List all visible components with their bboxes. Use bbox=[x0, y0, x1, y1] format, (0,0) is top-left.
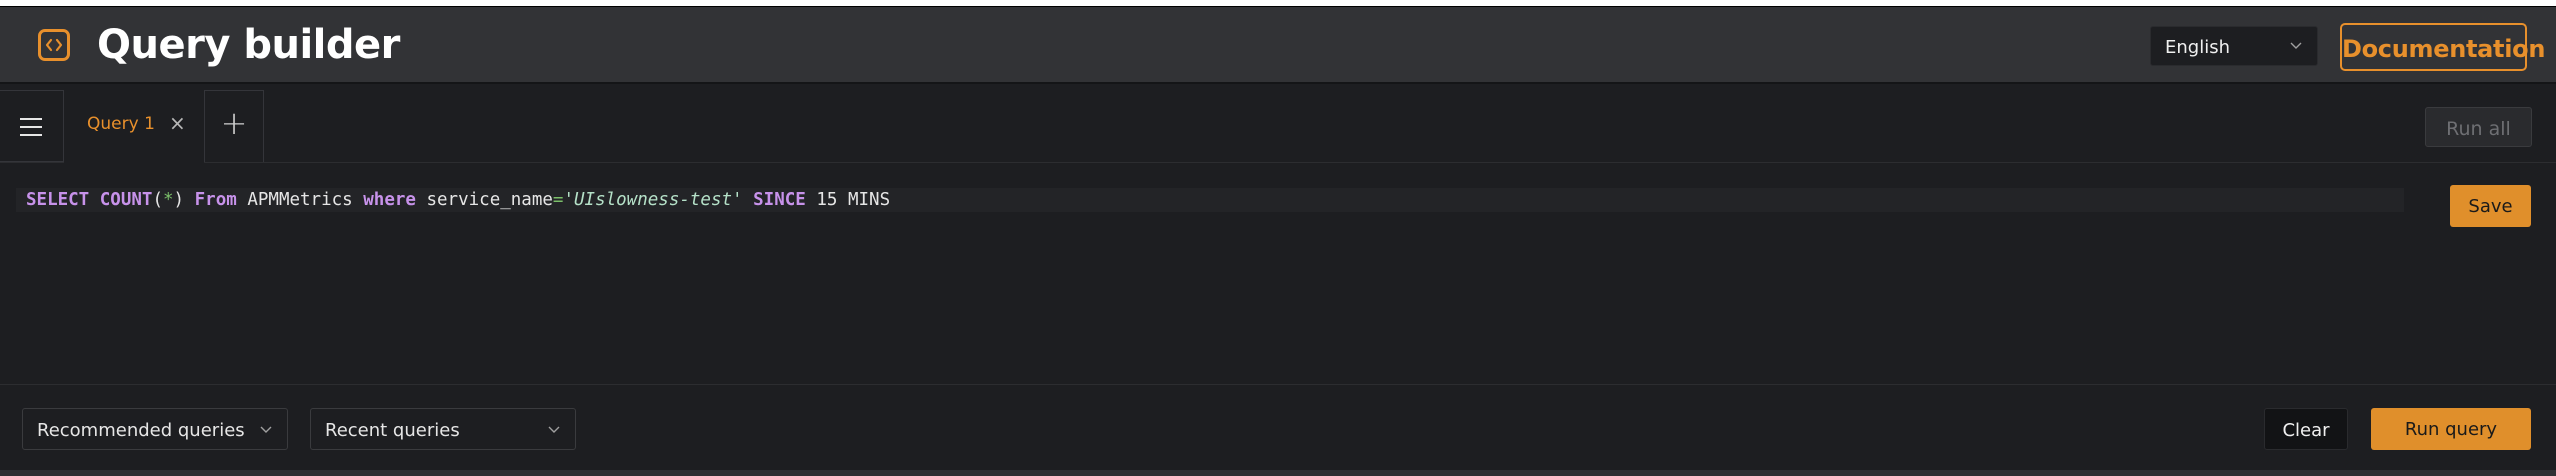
query-builder-window: Query builder English Documentation Quer… bbox=[0, 6, 2556, 476]
add-tab-button[interactable]: + bbox=[204, 90, 264, 162]
language-select[interactable]: English bbox=[2150, 26, 2318, 66]
string-value: 'UIslowness-test' bbox=[563, 190, 743, 210]
keyword-since: SINCE bbox=[753, 190, 806, 210]
run-all-label: Run all bbox=[2446, 118, 2511, 140]
recent-queries-label: Recent queries bbox=[325, 420, 460, 441]
paren-open: ( bbox=[152, 190, 163, 210]
code-brackets-icon bbox=[38, 29, 70, 61]
keyword-select: SELECT bbox=[26, 190, 90, 210]
tab-label: Query 1 bbox=[87, 114, 155, 134]
chevron-down-icon bbox=[259, 421, 273, 440]
language-select-value: English bbox=[2165, 37, 2230, 58]
close-icon[interactable]: × bbox=[169, 111, 186, 135]
query-text: SELECT COUNT(*) From APMMetrics where se… bbox=[26, 189, 890, 211]
save-button-label: Save bbox=[2468, 196, 2513, 217]
recent-queries-dropdown[interactable]: Recent queries bbox=[310, 408, 576, 450]
plus-icon: + bbox=[220, 104, 248, 142]
recommended-queries-dropdown[interactable]: Recommended queries bbox=[22, 408, 288, 450]
recommended-queries-label: Recommended queries bbox=[37, 420, 245, 441]
documentation-button-label: Documentation bbox=[2342, 35, 2546, 63]
keyword-count: COUNT bbox=[99, 190, 153, 210]
clear-button-label: Clear bbox=[2282, 420, 2330, 441]
table-name: APMMetrics bbox=[247, 190, 353, 210]
run-query-button-label: Run query bbox=[2404, 419, 2498, 440]
header: Query builder English Documentation bbox=[0, 7, 2556, 84]
menu-button[interactable] bbox=[0, 90, 64, 162]
footer-bar: Recommended queries Recent queries Clear… bbox=[0, 386, 2556, 470]
paren-close: ) bbox=[173, 190, 185, 210]
hamburger-menu-icon bbox=[20, 118, 42, 136]
query-editor[interactable]: SELECT COUNT(*) From APMMetrics where se… bbox=[0, 164, 2556, 385]
operator-star: * bbox=[163, 190, 174, 210]
keyword-from: From bbox=[194, 190, 237, 210]
chevron-down-icon bbox=[2289, 37, 2303, 56]
tab-query-1[interactable]: Query 1 × bbox=[64, 86, 204, 163]
keyword-where: where bbox=[363, 190, 416, 210]
clear-button[interactable]: Clear bbox=[2264, 408, 2348, 450]
save-button[interactable]: Save bbox=[2450, 185, 2531, 227]
bottom-edge bbox=[0, 470, 2556, 476]
operator-equals: = bbox=[552, 190, 564, 210]
field-name: service_name bbox=[426, 190, 553, 210]
duration-value: 15 MINS bbox=[816, 190, 891, 210]
app: Query builder English Documentation Quer… bbox=[0, 0, 2556, 476]
run-all-button[interactable]: Run all bbox=[2425, 107, 2532, 147]
code-line[interactable]: SELECT COUNT(*) From APMMetrics where se… bbox=[16, 188, 2404, 212]
documentation-button[interactable]: Documentation bbox=[2340, 23, 2546, 71]
page-title: Query builder bbox=[97, 22, 400, 68]
tab-bar: Query 1 × + Run all bbox=[0, 86, 2556, 163]
run-query-button[interactable]: Run query bbox=[2371, 408, 2531, 450]
chevron-down-icon bbox=[547, 421, 561, 440]
